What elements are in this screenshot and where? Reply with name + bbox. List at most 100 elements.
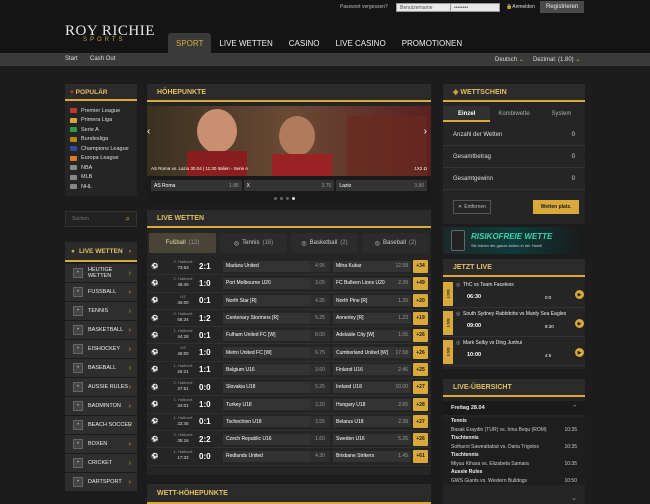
odd-button-away[interactable]: Ireland U18 10.00: [333, 381, 411, 393]
tab-einzel[interactable]: Einzel: [443, 106, 491, 122]
more-markets-button[interactable]: +26: [413, 432, 428, 446]
sport-item[interactable]: • EISHOCKEY ›: [65, 340, 137, 359]
more-markets-button[interactable]: +19: [413, 311, 428, 325]
more-markets-button[interactable]: +20: [413, 294, 428, 308]
tab-baseball[interactable]: ◎ Baseball (2): [362, 233, 429, 253]
popular-item[interactable]: NBA: [70, 163, 137, 173]
overview-match-row[interactable]: Basak Eraydin (TUR) vs. Irina Bequ (ROM)…: [451, 426, 577, 435]
odds-format-select[interactable]: Dezimal: (1.80) ⌄: [533, 56, 580, 63]
popular-item[interactable]: Champions League: [70, 144, 137, 154]
carousel-dot-active[interactable]: [292, 197, 295, 200]
odd-button-away[interactable]: Sweden U16 5.25: [333, 433, 411, 445]
search-input[interactable]: Suchen ⌕: [65, 211, 137, 227]
carousel-prev-icon[interactable]: ‹: [147, 126, 150, 137]
sport-item[interactable]: • BADMINTON ›: [65, 397, 137, 416]
overview-match-row[interactable]: Miyuu Kihara vs. Elizabeta Samara 10:35: [451, 460, 577, 469]
sport-item[interactable]: • BASEBALL ›: [65, 359, 137, 378]
popular-item[interactable]: Bundesliga: [70, 135, 137, 145]
live-event-row[interactable]: LIVE ◎ ThC vs Team Faceless 06:30 0:0 ▶: [443, 279, 585, 308]
tab-system[interactable]: System: [538, 106, 585, 122]
carousel-dot[interactable]: [274, 197, 277, 200]
login-button[interactable]: 🔒Anmelden: [506, 3, 535, 12]
sport-item[interactable]: • BASKETBALL ›: [65, 321, 137, 340]
sport-item[interactable]: • CRICKET ›: [65, 454, 137, 473]
register-button[interactable]: Registrieren: [540, 1, 585, 13]
nav-live-wetten[interactable]: LIVE WETTEN: [211, 33, 280, 55]
carousel-dot[interactable]: [280, 197, 283, 200]
overview-match-row[interactable]: GWS Giants vs. Western Bulldogs 10:50: [451, 477, 577, 486]
odd-button-away[interactable]: Brisbane Strikers 1.45: [333, 450, 411, 462]
odd-button-away[interactable]: Annerley [R] 1.23: [333, 312, 411, 324]
more-markets-button[interactable]: +28: [413, 398, 428, 412]
more-markets-button[interactable]: +61: [413, 449, 428, 463]
popular-item[interactable]: Europa League: [70, 154, 137, 164]
play-icon[interactable]: ▶: [575, 290, 584, 299]
more-markets-button[interactable]: +49: [413, 276, 428, 290]
odd-button-draw[interactable]: 3.20: [310, 399, 330, 411]
tab-basketball[interactable]: ◎ Basketball (2): [291, 233, 358, 253]
odd-button-away[interactable]: Finland U16 2.46: [333, 364, 411, 376]
odd-button-away[interactable]: Belarus U18 2.38: [333, 416, 411, 428]
odd-button-draw[interactable]: 4.30: [310, 450, 330, 462]
odd-button-draw[interactable]: 3.05: [310, 277, 330, 289]
chevron-up-icon[interactable]: ⌃: [572, 401, 577, 415]
sport-item[interactable]: • BOXEN ›: [65, 435, 137, 454]
odd-button-draw[interactable]: X 3.75: [243, 180, 335, 191]
tab-fussball[interactable]: Fußball (12): [149, 233, 216, 253]
carousel-dot[interactable]: [286, 197, 289, 200]
odd-button-draw[interactable]: 3.60: [310, 364, 330, 376]
more-markets-button[interactable]: +34: [413, 259, 428, 273]
subnav-start[interactable]: Start: [65, 56, 78, 62]
clear-betslip-button[interactable]: ✕ Entfernen: [453, 200, 491, 214]
odd-button-away[interactable]: FC Bulleen Lions U20 2.39: [333, 277, 411, 289]
live-wetten-sidebar-header[interactable]: ● LIVE WETTEN ›: [65, 242, 137, 262]
sport-item[interactable]: • DARTSPORT ›: [65, 473, 137, 492]
nav-promotionen[interactable]: PROMOTIONEN: [394, 33, 470, 55]
sport-item[interactable]: • AUSSIE RULES ›: [65, 378, 137, 397]
odd-button-draw[interactable]: 1.60: [310, 433, 330, 445]
sport-item[interactable]: • HEUTIGE WETTEN ›: [65, 264, 137, 283]
odd-button-draw[interactable]: 5.25: [310, 312, 330, 324]
more-markets-button[interactable]: +26: [413, 328, 428, 342]
tab-kombiwette[interactable]: Kombiwette: [490, 106, 537, 122]
tab-tennis[interactable]: ◎ Tennis (16): [220, 233, 287, 253]
popular-item[interactable]: Primera Liga: [70, 116, 137, 126]
place-bet-button[interactable]: Wetten platz.: [533, 200, 579, 214]
password-input[interactable]: ••••••••: [450, 3, 500, 12]
nav-sport[interactable]: SPORT: [168, 33, 212, 55]
odd-button-draw[interactable]: 6.75: [310, 347, 330, 359]
live-event-row[interactable]: LIVE ◎ Mark Selby vs Ding Junhui 10:00 4:5 ▶: [443, 337, 585, 366]
more-markets-button[interactable]: +27: [413, 415, 428, 429]
odd-button-away[interactable]: Mitra Kukar 12.58: [333, 260, 411, 272]
odd-button-away[interactable]: Lazio 3.90: [336, 180, 428, 191]
nav-live-casino[interactable]: LIVE CASINO: [327, 33, 393, 55]
odd-button-away[interactable]: Cumberland United [W] 17.58: [333, 347, 411, 359]
live-event-row[interactable]: LIVE ◎ South Sydney Rabbitohs vs Manly Sea…: [443, 308, 585, 337]
odd-button-away[interactable]: Adelaide City [W] 1.05: [333, 329, 411, 341]
popular-item[interactable]: NHL: [70, 182, 137, 192]
promo-banner[interactable]: RISIKOFREIE WETTE Sie haben die ganze Ac…: [443, 227, 585, 254]
odd-button-home[interactable]: AS Roma 1.86: [151, 180, 242, 191]
odd-button-draw[interactable]: 5.25: [310, 381, 330, 393]
carousel-next-icon[interactable]: ›: [424, 126, 427, 137]
language-select[interactable]: Deutsch ⌄: [495, 56, 524, 63]
odd-button-away[interactable]: North Pine [R] 1.20: [333, 295, 411, 307]
subnav-cashout[interactable]: Cash Out: [90, 56, 115, 62]
more-markets-button[interactable]: +26: [413, 346, 428, 360]
more-markets-button[interactable]: +27: [413, 380, 428, 394]
sport-item[interactable]: • FUSSBALL ›: [65, 283, 137, 302]
sport-item[interactable]: • BEACH SOCCER ›: [65, 416, 137, 435]
more-markets-button[interactable]: +25: [413, 363, 428, 377]
odd-button-away[interactable]: Hungary U18 2.65: [333, 399, 411, 411]
odd-button-draw[interactable]: 3.55: [310, 416, 330, 428]
overview-match-row[interactable]: Sotharoi Saweattabut vs. Daria Trigolos 1…: [451, 443, 577, 452]
odd-button-draw[interactable]: 4.95: [310, 260, 330, 272]
play-icon[interactable]: ▶: [575, 319, 584, 328]
odd-button-draw[interactable]: 8.00: [310, 329, 330, 341]
nav-casino[interactable]: CASINO: [281, 33, 328, 55]
chevron-down-icon[interactable]: ⌄: [571, 494, 577, 502]
sport-item[interactable]: • TENNIS ›: [65, 302, 137, 321]
odd-button-draw[interactable]: 4.35: [310, 295, 330, 307]
popular-item[interactable]: Serie A: [70, 125, 137, 135]
popular-item[interactable]: Premier League: [70, 106, 137, 116]
